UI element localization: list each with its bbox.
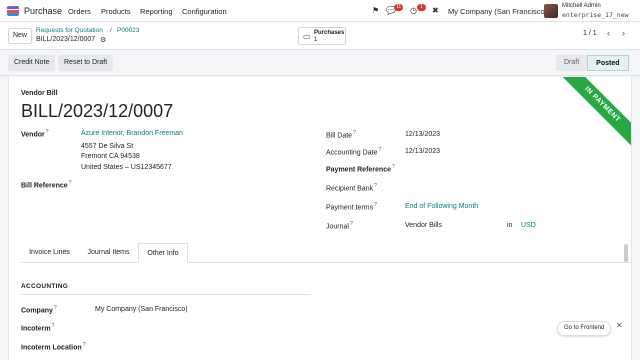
- control-panel: New Requests for Quotation / P00023 BILL…: [0, 22, 640, 50]
- reset-to-draft-button[interactable]: Reset to Draft: [58, 55, 114, 71]
- chevron-right-icon[interactable]: ›: [622, 28, 625, 38]
- bill-date-field[interactable]: 12/13/2023: [405, 131, 440, 138]
- payment-terms-field[interactable]: End of Following Month: [405, 203, 478, 210]
- tools-icon[interactable]: ✖: [432, 6, 439, 15]
- accounting-date-label: Accounting Date?: [326, 147, 382, 157]
- tab-other-info[interactable]: Other Info: [138, 243, 188, 263]
- vendor-street: 4557 De Silva St: [81, 143, 134, 150]
- new-button[interactable]: New: [8, 28, 32, 44]
- bug-icon[interactable]: ⚑: [372, 6, 379, 15]
- vendor-field[interactable]: Azure Interior, Brandon Freeman: [81, 130, 183, 137]
- currency-field[interactable]: USD: [521, 222, 536, 229]
- notebook-tabs: Invoice Lines Journal Items Other Info: [21, 243, 631, 263]
- smart-button-label: Purchases: [314, 30, 345, 36]
- company-label: Company?: [21, 305, 57, 315]
- menu-reporting[interactable]: Reporting: [140, 7, 173, 16]
- document-type: Vendor Bill: [21, 90, 58, 97]
- payment-terms-label: Payment terms?: [326, 202, 377, 212]
- credit-note-button[interactable]: Credit Note: [8, 55, 56, 71]
- bill-date-label: Bill Date?: [326, 130, 356, 140]
- clock-icon[interactable]: ◷: [410, 6, 417, 15]
- document-name: BILL/2023/12/0007: [21, 101, 174, 121]
- top-navbar: Purchase Orders Products Reporting Confi…: [0, 0, 640, 22]
- incoterm-location-label: Incoterm Location?: [21, 342, 86, 352]
- vendor-city: Fremont CA 94538: [81, 153, 140, 160]
- menu-products[interactable]: Products: [101, 7, 131, 16]
- vendor-label: Vendor?: [21, 129, 49, 139]
- gear-icon[interactable]: ⚙: [100, 36, 106, 44]
- breadcrumb-separator: /: [110, 27, 112, 34]
- smart-button-count: 1: [314, 37, 318, 43]
- bill-reference-label: Bill Reference?: [21, 180, 72, 190]
- action-bar: Credit Note Reset to Draft Draft Posted: [0, 50, 640, 76]
- scrollbar-thumb[interactable]: [624, 244, 628, 262]
- journal-in-text: in: [507, 222, 513, 229]
- section-divider: [21, 294, 311, 295]
- breadcrumb-po[interactable]: P00023: [117, 27, 139, 34]
- tab-invoice-lines[interactable]: Invoice Lines: [21, 243, 78, 263]
- payment-reference-label: Payment Reference?: [326, 164, 395, 174]
- journal-field[interactable]: Vendor Bills: [405, 222, 442, 229]
- breadcrumb-rfq[interactable]: Requests for Quotation: [36, 27, 103, 34]
- chevron-left-icon[interactable]: ‹: [607, 28, 610, 38]
- accounting-date-field[interactable]: 12/13/2023: [405, 148, 440, 155]
- journal-label: Journal?: [326, 221, 353, 231]
- go-to-frontend-button[interactable]: Go to Frontend: [557, 321, 612, 336]
- status-posted[interactable]: Posted: [587, 55, 629, 71]
- breadcrumb-current: BILL/2023/12/0007: [36, 36, 96, 43]
- close-icon[interactable]: ✕: [616, 321, 623, 330]
- purchases-smart-button[interactable]: ▭ Purchases 1: [298, 27, 346, 45]
- user-name[interactable]: Mitchell Admin: [562, 3, 601, 9]
- vendor-country: United States – US12345677: [81, 164, 172, 171]
- apps-menu-icon[interactable]: [7, 6, 19, 16]
- activity-badge: 1: [417, 4, 426, 11]
- user-avatar[interactable]: [544, 4, 558, 18]
- credit-card-icon: ▭: [303, 32, 311, 41]
- recipient-bank-label: Recipient Bank?: [326, 183, 377, 193]
- tab-journal-items[interactable]: Journal Items: [80, 243, 137, 263]
- menu-orders[interactable]: Orders: [68, 7, 91, 16]
- incoterm-label: Incoterm?: [21, 323, 55, 333]
- status-draft[interactable]: Draft: [556, 55, 588, 71]
- company-switcher[interactable]: My Company (San Francisco): [448, 7, 547, 16]
- database-name: enterprise_17_new: [562, 11, 629, 19]
- chat-badge: 11: [394, 4, 404, 11]
- section-accounting: ACCOUNTING: [21, 283, 69, 290]
- company-field[interactable]: My Company (San Francisco): [95, 306, 188, 313]
- form-sheet: IN PAYMENT Vendor Bill BILL/2023/12/0007…: [8, 77, 632, 360]
- pager-value[interactable]: 1 / 1: [583, 30, 597, 37]
- app-name[interactable]: Purchase: [24, 6, 62, 16]
- status-bar: Draft Posted: [556, 55, 629, 71]
- menu-configuration[interactable]: Configuration: [182, 7, 227, 16]
- status-ribbon: IN PAYMENT: [557, 77, 631, 150]
